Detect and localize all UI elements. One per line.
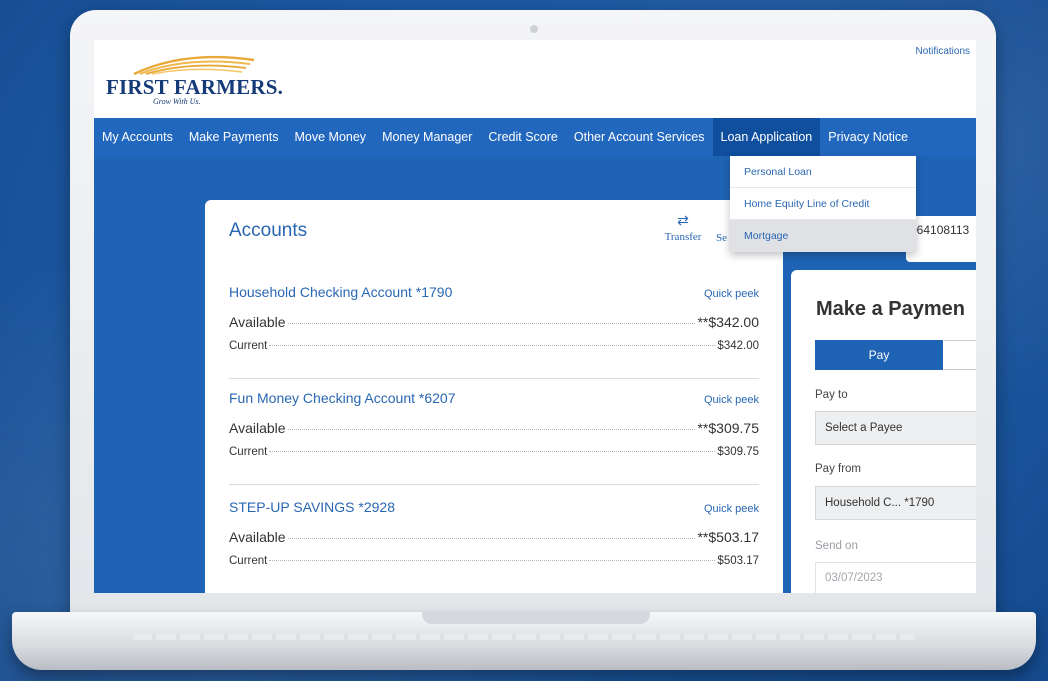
- loan-application-menu: Personal Loan Home Equity Line of Credit…: [730, 156, 916, 252]
- sun-rays-logo-icon: [133, 55, 255, 76]
- current-balance-row: Current $342.00: [229, 340, 759, 352]
- account-step-up-savings: STEP-UP SAVINGS *2928 Quick peek Availab…: [229, 499, 759, 593]
- pay-from-label: Pay from: [815, 463, 862, 475]
- dot-leader: [269, 345, 716, 346]
- accounts-title: Accounts: [229, 220, 308, 241]
- available-label: Available: [229, 529, 286, 545]
- menu-item-personal-loan[interactable]: Personal Loan: [730, 156, 916, 188]
- menu-item-home-equity[interactable]: Home Equity Line of Credit: [730, 188, 916, 220]
- current-balance-row: Current $503.17: [229, 555, 759, 567]
- nav-money-manager[interactable]: Money Manager: [374, 118, 480, 156]
- quick-peek-link[interactable]: Quick peek: [704, 394, 759, 406]
- quick-peek-link[interactable]: Quick peek: [704, 503, 759, 515]
- available-balance: **$503.17: [697, 529, 759, 545]
- quick-peek-link[interactable]: Quick peek: [704, 288, 759, 300]
- nav-my-accounts[interactable]: My Accounts: [94, 118, 181, 156]
- menu-item-mortgage[interactable]: Mortgage: [730, 220, 916, 252]
- webcam-icon: [530, 25, 538, 33]
- tab-other[interactable]: [944, 340, 976, 370]
- available-balance: **$309.75: [697, 420, 759, 436]
- current-label: Current: [229, 446, 268, 458]
- arrows-swap-icon: ⇄: [677, 212, 689, 228]
- nav-move-money[interactable]: Move Money: [287, 118, 375, 156]
- main-nav: My Accounts Make Payments Move Money Mon…: [94, 118, 976, 156]
- dot-leader: [287, 429, 696, 430]
- current-balance: $309.75: [717, 446, 759, 458]
- dot-leader: [269, 560, 716, 561]
- current-label: Current: [229, 340, 268, 352]
- transfer-label: Transfer: [664, 231, 702, 243]
- account-number-panel: 064108113: [906, 216, 976, 262]
- laptop-hinge-notch: [422, 612, 650, 624]
- account-divider: [229, 484, 759, 485]
- payee-select[interactable]: Select a Payee: [815, 411, 976, 445]
- first-farmers-logo[interactable]: FIRST FARMERS. Grow With Us.: [106, 52, 283, 108]
- account-fun-money-checking: Fun Money Checking Account *6207 Quick p…: [229, 390, 759, 498]
- nav-privacy-notice[interactable]: Privacy Notice: [820, 118, 916, 156]
- transfer-button[interactable]: ⇄ Transfer: [659, 212, 707, 243]
- nav-other-account-services[interactable]: Other Account Services: [566, 118, 713, 156]
- accounts-card: Accounts ⇄ Transfer Se Household Checkin…: [205, 200, 783, 593]
- dot-leader: [287, 323, 696, 324]
- available-balance-row: Available **$309.75: [229, 420, 759, 436]
- account-divider: [229, 378, 759, 379]
- pay-from-select[interactable]: Household C... *1790: [815, 486, 976, 520]
- send-on-label: Send on: [815, 540, 858, 552]
- account-number-text: 064108113: [910, 223, 970, 237]
- notifications-link[interactable]: Notifications: [916, 46, 970, 57]
- dot-leader: [269, 451, 716, 452]
- available-label: Available: [229, 420, 286, 436]
- logo-tagline: Grow With Us.: [153, 97, 201, 106]
- laptop-base: [12, 612, 1036, 670]
- payment-title: Make a Paymen: [816, 298, 965, 320]
- available-balance: **$342.00: [697, 314, 759, 330]
- pay-to-label: Pay to: [815, 389, 848, 401]
- current-balance: $342.00: [717, 340, 759, 352]
- current-balance-row: Current $309.75: [229, 446, 759, 458]
- current-label: Current: [229, 555, 268, 567]
- laptop-screen: FIRST FARMERS. Grow With Us. Notificatio…: [94, 40, 976, 593]
- current-balance: $503.17: [717, 555, 759, 567]
- settings-button[interactable]: Se: [716, 232, 730, 244]
- make-a-payment-card: Make a Paymen Pay Pay to Select a Payee …: [791, 270, 976, 593]
- send-on-date-field[interactable]: 03/07/2023: [815, 562, 976, 593]
- account-name-link[interactable]: Fun Money Checking Account *6207: [229, 390, 455, 406]
- site-header: FIRST FARMERS. Grow With Us. Notificatio…: [94, 40, 976, 118]
- laptop-keyboard-edge: [132, 634, 916, 640]
- nav-credit-score[interactable]: Credit Score: [480, 118, 565, 156]
- nav-make-payments[interactable]: Make Payments: [181, 118, 287, 156]
- dot-leader: [287, 538, 696, 539]
- available-label: Available: [229, 314, 286, 330]
- account-name-link[interactable]: Household Checking Account *1790: [229, 284, 452, 300]
- tab-pay[interactable]: Pay: [815, 340, 943, 370]
- nav-loan-application[interactable]: Loan Application: [712, 118, 821, 156]
- account-household-checking: Household Checking Account *1790 Quick p…: [229, 284, 759, 392]
- available-balance-row: Available **$503.17: [229, 529, 759, 545]
- available-balance-row: Available **$342.00: [229, 314, 759, 330]
- account-name-link[interactable]: STEP-UP SAVINGS *2928: [229, 499, 395, 515]
